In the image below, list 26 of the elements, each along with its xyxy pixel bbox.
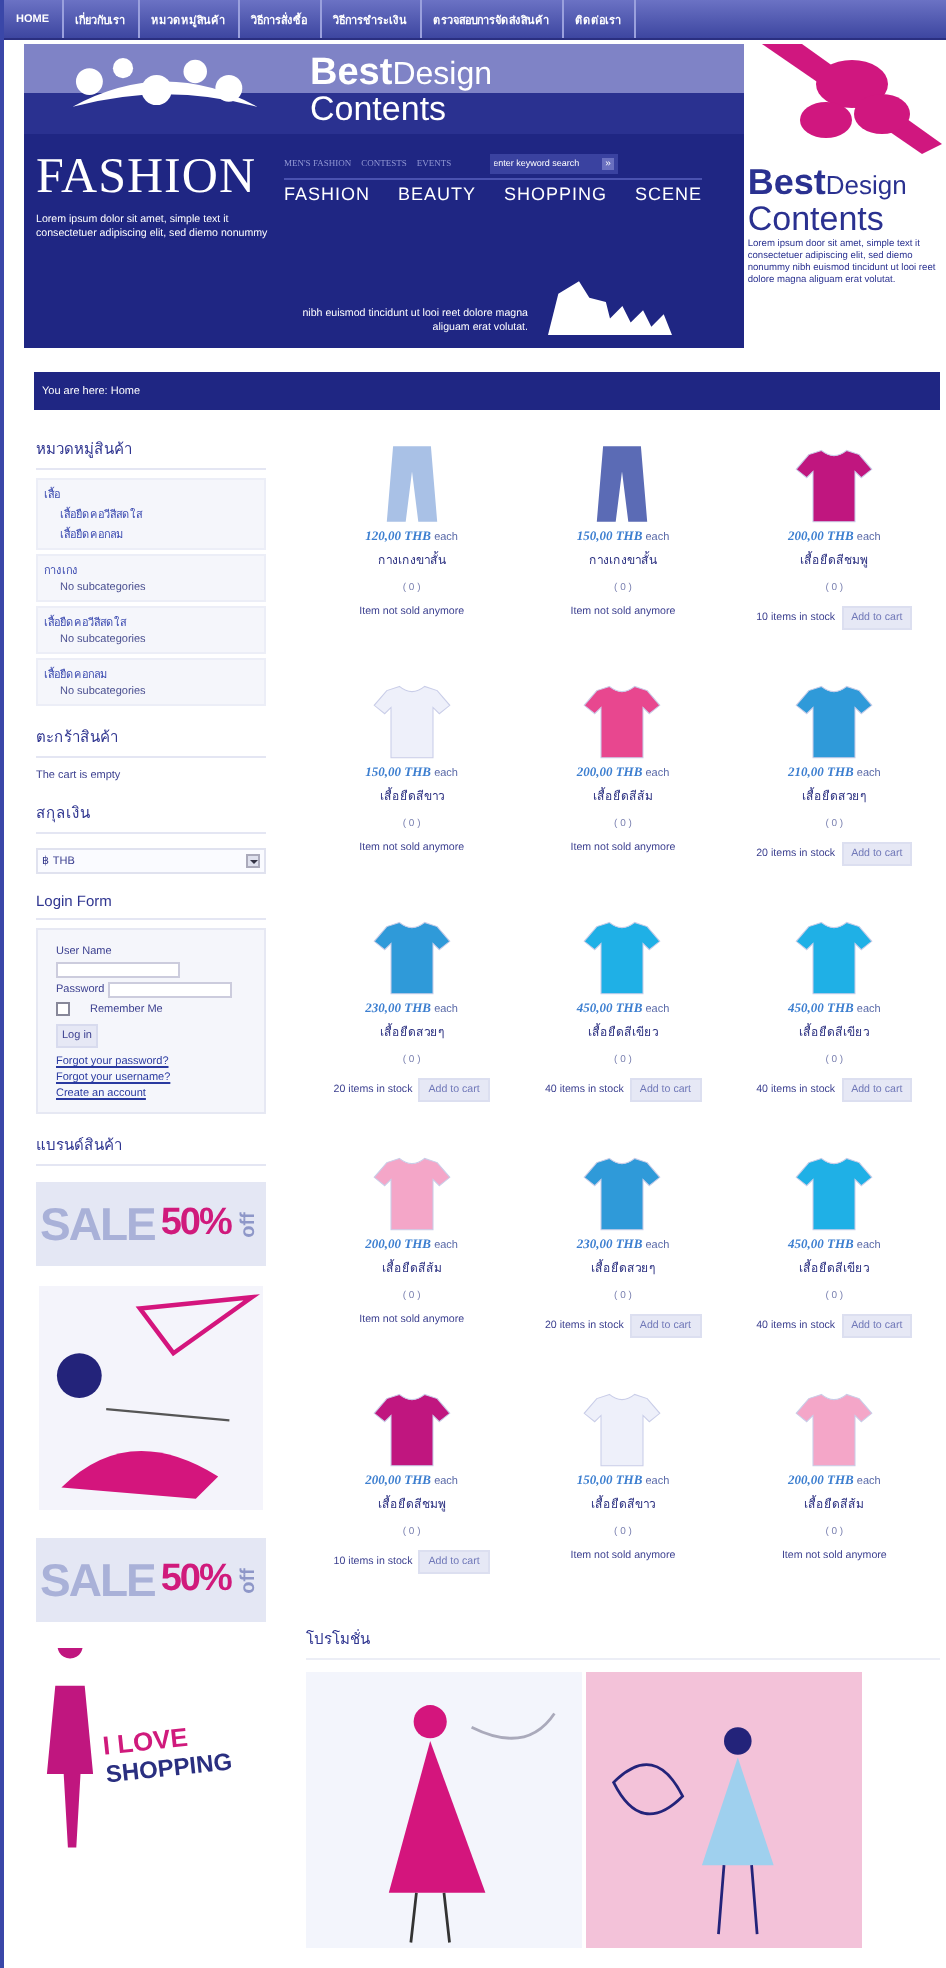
banner-text: 50%	[160, 1558, 231, 1602]
username-field[interactable]	[56, 962, 180, 978]
banner-text: 50%	[160, 1202, 231, 1246]
category-menu-link[interactable]: SCENE	[635, 183, 703, 203]
banner-text: off	[238, 1211, 261, 1237]
banner-text: SALE	[40, 1553, 155, 1607]
category-menu-link[interactable]: FASHION	[284, 183, 371, 203]
logo-text: Contents	[747, 202, 886, 236]
sale-banner[interactable]: SALE50% off	[36, 1538, 266, 1622]
category-menu-link[interactable]: BEAUTY	[398, 183, 477, 203]
password-field[interactable]	[108, 982, 233, 998]
remember-checkbox[interactable]	[56, 1002, 70, 1016]
logo-text: Contents	[310, 91, 447, 125]
banner-text: off	[238, 1567, 261, 1593]
sale-banner[interactable]: SALE50% off	[36, 1182, 266, 1266]
fashion-illustration[interactable]	[36, 1286, 266, 1510]
caret-icon	[246, 854, 260, 868]
site-title: FASHION	[36, 150, 256, 206]
banner-text: I LOVE	[101, 1718, 190, 1760]
category-menu-link[interactable]: SHOPPING	[504, 183, 608, 203]
banner-text: SALE	[40, 1197, 155, 1251]
shopping-banner[interactable]: I LOVE SHOPPING	[36, 1642, 266, 1862]
logo-text: Best	[747, 162, 826, 202]
logo-text: Design	[825, 170, 907, 200]
logo-text: Design	[392, 57, 492, 91]
logo-text: Best	[310, 51, 393, 93]
